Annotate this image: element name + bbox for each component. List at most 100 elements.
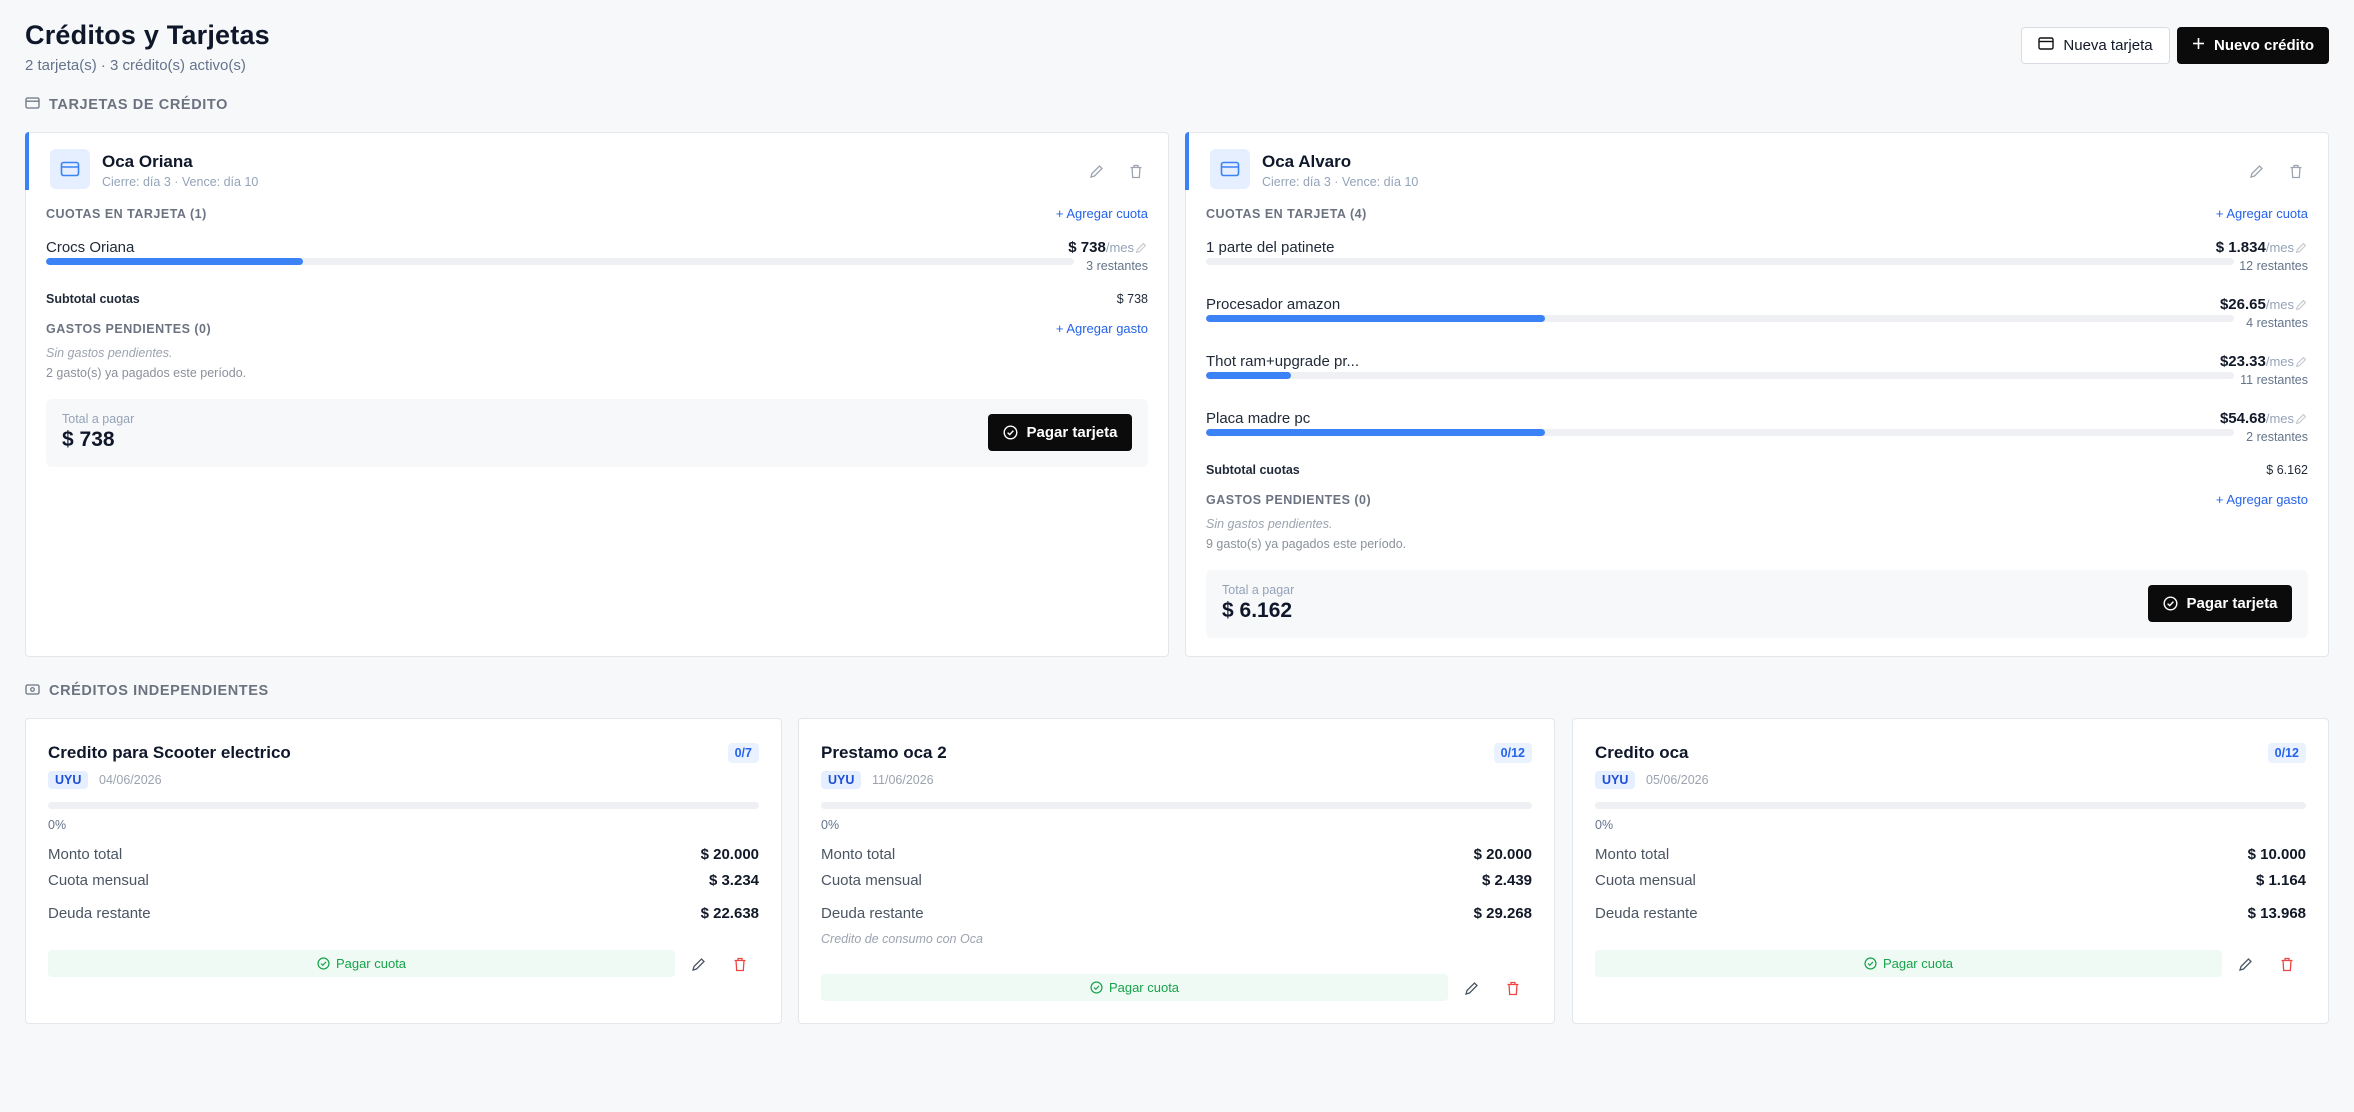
- pencil-icon: [2238, 957, 2252, 971]
- page: Créditos y Tarjetas 2 tarjeta(s) · 3 cré…: [0, 0, 2354, 1112]
- check-circle-icon: [1090, 981, 1103, 994]
- pencil-icon: [2249, 164, 2263, 178]
- plus-icon: [2192, 37, 2205, 54]
- page-header: Créditos y Tarjetas 2 tarjeta(s) · 3 cré…: [25, 20, 270, 74]
- installment-progress: [1206, 258, 2234, 265]
- total-label: Total a pagar: [62, 412, 135, 426]
- pay-quota-label: Pagar cuota: [1108, 980, 1180, 995]
- installment-per: /mes: [1105, 240, 1134, 255]
- check-circle-icon: [1864, 957, 1877, 970]
- page-title: Créditos y Tarjetas: [25, 20, 270, 50]
- installment-name: Procesador amazon: [1206, 296, 1341, 313]
- loan-note: Credito de consumo con Oca: [821, 932, 983, 946]
- loan-percent: 0%: [821, 818, 840, 832]
- total-label: Total a pagar: [1222, 583, 1295, 597]
- pending-title: GASTOS PENDIENTES (0): [46, 321, 212, 336]
- delete-loan-button[interactable]: [730, 954, 750, 974]
- edit-loan-button[interactable]: [2235, 954, 2255, 974]
- loan-debt-label: Deuda restante: [1595, 905, 1698, 922]
- delete-card-button[interactable]: [2286, 161, 2306, 181]
- total-box: Total a pagar $ 738 Pagar tarjeta: [46, 399, 1148, 467]
- edit-loan-button[interactable]: [1461, 978, 1481, 998]
- pay-quota-label: Pagar cuota: [1882, 956, 1954, 971]
- edit-loan-button[interactable]: [688, 954, 708, 974]
- check-circle-icon: [1003, 425, 1018, 440]
- edit-installment-button[interactable]: [1134, 241, 1148, 255]
- add-installment-link[interactable]: + Agregar cuota: [2216, 206, 2308, 221]
- pay-quota-button[interactable]: Pagar cuota: [48, 950, 675, 977]
- no-pending-text: Sin gastos pendientes.: [46, 346, 173, 360]
- pay-card-button[interactable]: Pagar tarjeta: [2148, 585, 2292, 622]
- card-accent-bar: [1185, 132, 1189, 190]
- loan-date: 11/06/2026: [872, 773, 934, 787]
- subtotal-value: $ 738: [1116, 292, 1148, 306]
- edit-installment-button[interactable]: [2294, 298, 2308, 312]
- new-credit-button[interactable]: Nuevo crédito: [2177, 27, 2329, 64]
- loan-installments-badge: 0/12: [2267, 743, 2306, 763]
- currency-badge: UYU: [1595, 771, 1636, 789]
- card-name: Oca Oriana: [102, 152, 193, 171]
- loan-installments-badge: 0/7: [727, 743, 759, 763]
- pencil-icon: [1089, 164, 1103, 178]
- card-meta: Cierre: día 3 · Vence: día 10: [102, 175, 259, 189]
- installments-header: CUOTAS EN TARJETA (1) + Agregar cuota: [46, 206, 1148, 221]
- loan-name: Credito para Scooter electrico: [48, 743, 291, 762]
- trash-icon: [1507, 981, 1519, 995]
- installment-per: /mes: [2265, 297, 2294, 312]
- pencil-icon: [2295, 413, 2307, 425]
- loan-installments-badge: 0/12: [1493, 743, 1532, 763]
- edit-card-button[interactable]: [2246, 161, 2266, 181]
- loan-debt-row: Deuda restante $ 29.268: [821, 905, 1532, 922]
- cards-section-label: TARJETAS DE CRÉDITO: [49, 97, 228, 113]
- loan-monthly-value: $ 3.234: [708, 872, 759, 889]
- loan-progress: [48, 802, 759, 809]
- installment-remaining: 12 restantes: [2239, 259, 2308, 273]
- card-actions: [1086, 161, 1146, 181]
- edit-installment-button[interactable]: [2294, 241, 2308, 255]
- installment-row: Procesador amazon $26.65/mes 4 restantes: [1206, 296, 2308, 342]
- installment-row: Crocs Oriana $ 738/mes 3 restantes: [46, 239, 1148, 285]
- loan-monthly-label: Cuota mensual: [48, 872, 149, 889]
- pay-quota-button[interactable]: Pagar cuota: [821, 974, 1448, 1001]
- credit-card-oca-oriana: Oca Oriana Cierre: día 3 · Vence: día 10…: [25, 132, 1169, 657]
- loans-section-label: CRÉDITOS INDEPENDIENTES: [49, 683, 269, 699]
- pending-header: GASTOS PENDIENTES (0) + Agregar gasto: [1206, 492, 2308, 507]
- credit-card-icon: [1210, 149, 1250, 189]
- loans-section-title: CRÉDITOS INDEPENDIENTES: [25, 683, 269, 699]
- cards-section-title: TARJETAS DE CRÉDITO: [25, 97, 228, 113]
- installment-per: /mes: [2265, 411, 2294, 426]
- pay-card-button[interactable]: Pagar tarjeta: [988, 414, 1132, 451]
- trash-icon: [1130, 164, 1142, 178]
- loan-monthly-value: $ 1.164: [2255, 872, 2306, 889]
- pencil-icon: [691, 957, 705, 971]
- pay-quota-button[interactable]: Pagar cuota: [1595, 950, 2222, 977]
- loan-date: 05/06/2026: [1646, 773, 1709, 787]
- delete-loan-button[interactable]: [1503, 978, 1523, 998]
- card-accent-bar: [25, 132, 29, 190]
- edit-installment-button[interactable]: [2294, 355, 2308, 369]
- pencil-icon: [1464, 981, 1478, 995]
- currency-badge: UYU: [48, 771, 89, 789]
- delete-loan-button[interactable]: [2277, 954, 2297, 974]
- installment-remaining: 3 restantes: [1086, 259, 1148, 273]
- loan-monthly-row: Cuota mensual $ 2.439: [821, 872, 1532, 889]
- new-card-button[interactable]: Nueva tarjeta: [2021, 27, 2170, 64]
- loan-name: Prestamo oca 2: [821, 743, 947, 762]
- installment-amount-value: $54.68: [2219, 410, 2266, 427]
- installment-amount: $23.33/mes: [2220, 353, 2294, 370]
- loan-percent: 0%: [1595, 818, 1614, 832]
- add-expense-link[interactable]: + Agregar gasto: [1056, 321, 1148, 336]
- loan-debt-row: Deuda restante $ 13.968: [1595, 905, 2306, 922]
- installment-name: Placa madre pc: [1206, 410, 1311, 427]
- installment-amount-value: $ 738: [1068, 239, 1106, 256]
- pencil-icon: [2295, 299, 2307, 311]
- add-expense-link[interactable]: + Agregar gasto: [2216, 492, 2308, 507]
- edit-installment-button[interactable]: [2294, 412, 2308, 426]
- delete-card-button[interactable]: [1126, 161, 1146, 181]
- trash-icon: [734, 957, 746, 971]
- loan-total-value: $ 20.000: [700, 846, 759, 863]
- add-installment-link[interactable]: + Agregar cuota: [1056, 206, 1148, 221]
- subtotal-row: Subtotal cuotas $ 738: [46, 292, 1148, 306]
- edit-card-button[interactable]: [1086, 161, 1106, 181]
- installment-progress-fill: [1206, 372, 1292, 379]
